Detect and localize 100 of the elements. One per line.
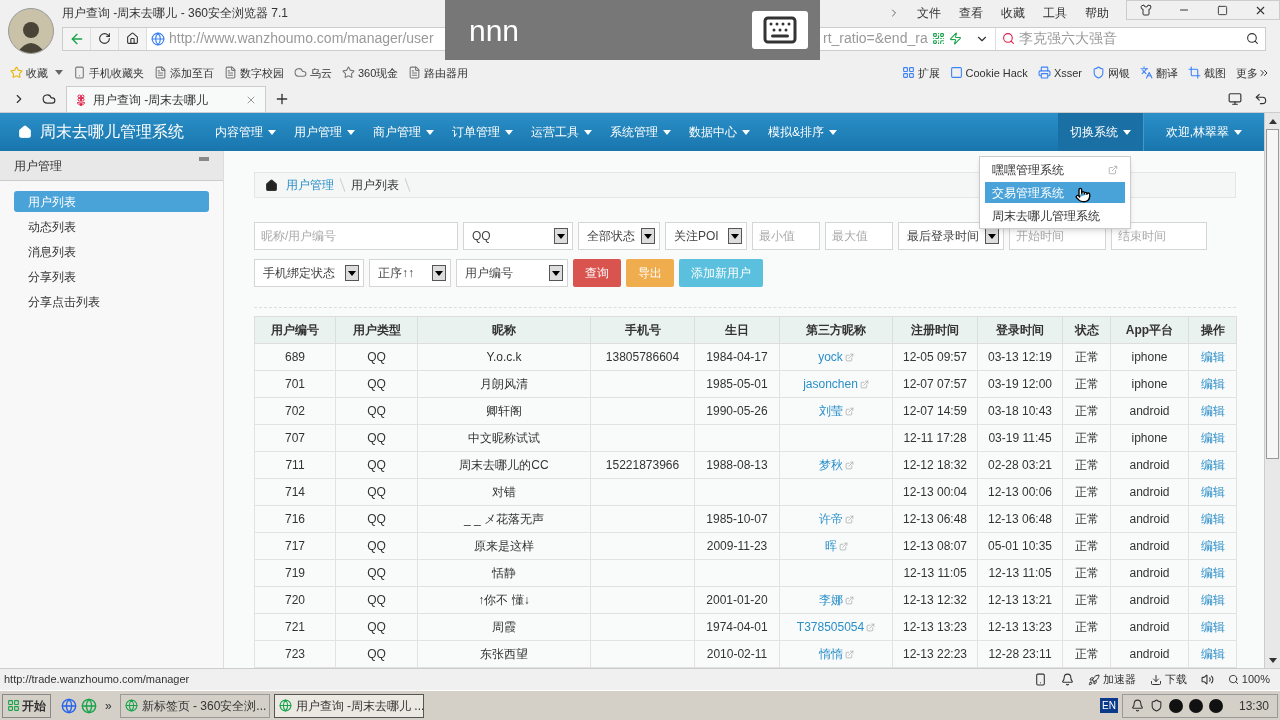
table-cell: 707 xyxy=(254,424,336,452)
table-cell: android xyxy=(1110,397,1189,425)
table-cell: 702 xyxy=(254,397,336,425)
table-cell: 1985-05-01 xyxy=(694,370,780,398)
status-url: http://trade.wanzhoumo.com/manager xyxy=(4,672,191,688)
table-cell: 12-13 00:06 xyxy=(977,478,1063,506)
table-cell: android xyxy=(1110,559,1189,587)
table-cell: 12-12 18:32 xyxy=(892,451,978,479)
table-cell: 721 xyxy=(254,613,336,641)
table-cell: QQ xyxy=(335,424,418,452)
overlay-text: nnn xyxy=(469,12,520,49)
table-cell: 716 xyxy=(254,505,336,533)
table-cell: 03-18 10:43 xyxy=(977,397,1063,425)
table-cell: 13805786604 xyxy=(590,343,695,371)
table-cell: android xyxy=(1110,532,1189,560)
table-cell: 03-19 11:45 xyxy=(977,424,1063,452)
column-header: 用户编号 xyxy=(254,316,336,344)
column-header: 用户类型 xyxy=(335,316,418,344)
table-cell: 03-13 12:19 xyxy=(977,343,1063,371)
table-cell: QQ xyxy=(335,505,418,533)
table-cell: 周末去哪儿的CC xyxy=(417,451,591,479)
table-cell: 12-05 09:57 xyxy=(892,343,978,371)
table-cell: 正常 xyxy=(1062,640,1111,668)
table-cell: 周霞 xyxy=(417,613,591,641)
table-cell: iphone xyxy=(1110,424,1189,452)
table-cell: 719 xyxy=(254,559,336,587)
column-header: 昵称 xyxy=(417,316,591,344)
window-title: 用户查询 -周末去哪儿 - 360安全浏览器 7.1 xyxy=(62,5,289,22)
table-cell: 2009-11-23 xyxy=(694,532,780,560)
table-cell: android xyxy=(1110,586,1189,614)
table-cell: 12-13 11:05 xyxy=(892,559,978,587)
table-cell: 正常 xyxy=(1062,478,1111,506)
table-cell: 03-19 12:00 xyxy=(977,370,1063,398)
table-cell: 723 xyxy=(254,640,336,668)
clock: 13:30 xyxy=(1238,697,1269,715)
table-cell: 12-13 06:48 xyxy=(892,505,978,533)
table-cell: 12-07 14:59 xyxy=(892,397,978,425)
table-cell: 东张西望 xyxy=(417,640,591,668)
table-cell: 月朗风清 xyxy=(417,370,591,398)
table-cell: 1974-04-01 xyxy=(694,613,780,641)
table-cell: 2010-02-11 xyxy=(694,640,780,668)
table-cell: 12-13 00:04 xyxy=(892,478,978,506)
table-cell: ↑你不 懂↓ xyxy=(417,586,591,614)
table-cell: 正常 xyxy=(1062,532,1111,560)
table-cell: QQ xyxy=(335,343,418,371)
table-cell: 701 xyxy=(254,370,336,398)
column-header: 手机号 xyxy=(590,316,695,344)
table-cell: 1990-05-26 xyxy=(694,397,780,425)
table-cell: android xyxy=(1110,505,1189,533)
table-cell: 12-28 23:11 xyxy=(977,640,1063,668)
table-cell: 1984-04-17 xyxy=(694,343,780,371)
table-cell: 正常 xyxy=(1062,505,1111,533)
column-header: 注册时间 xyxy=(892,316,978,344)
column-header: 状态 xyxy=(1062,316,1111,344)
table-cell: 12-13 13:23 xyxy=(977,613,1063,641)
table-cell: 717 xyxy=(254,532,336,560)
table-cell: _ _ メ花落无声 xyxy=(417,505,591,533)
table-cell: 卿轩阁 xyxy=(417,397,591,425)
table-cell: 12-13 22:23 xyxy=(892,640,978,668)
column-header: 第三方昵称 xyxy=(779,316,893,344)
table-cell: QQ xyxy=(335,532,418,560)
table-cell: QQ xyxy=(335,640,418,668)
table-cell: 2001-01-20 xyxy=(694,586,780,614)
column-header: 操作 xyxy=(1188,316,1237,344)
table-cell: android xyxy=(1110,451,1189,479)
table-cell: 12-13 13:23 xyxy=(892,613,978,641)
table-cell: 1988-08-13 xyxy=(694,451,780,479)
table-cell: 711 xyxy=(254,451,336,479)
table-cell: iphone xyxy=(1110,370,1189,398)
table-cell: 12-13 13:21 xyxy=(977,586,1063,614)
table-cell: 正常 xyxy=(1062,343,1111,371)
table-cell: 720 xyxy=(254,586,336,614)
table-cell: QQ xyxy=(335,559,418,587)
column-header: App平台 xyxy=(1110,316,1189,344)
table-cell: 12-13 12:32 xyxy=(892,586,978,614)
table-cell: 12-13 06:48 xyxy=(977,505,1063,533)
table-cell: 原来是这样 xyxy=(417,532,591,560)
table-cell: 12-13 11:05 xyxy=(977,559,1063,587)
table-cell: 正常 xyxy=(1062,397,1111,425)
column-header: 登录时间 xyxy=(977,316,1063,344)
table-cell: 中文昵称试试 xyxy=(417,424,591,452)
sidebar-title: 用户管理 xyxy=(14,157,62,175)
table-cell: 12-11 17:28 xyxy=(892,424,978,452)
table-cell: 02-28 03:21 xyxy=(977,451,1063,479)
table-cell: 12-07 07:57 xyxy=(892,370,978,398)
table-cell: 714 xyxy=(254,478,336,506)
table-cell: 1985-10-07 xyxy=(694,505,780,533)
table-cell: android xyxy=(1110,640,1189,668)
table-cell: 12-13 08:07 xyxy=(892,532,978,560)
table-cell: iphone xyxy=(1110,343,1189,371)
table-cell: 对错 xyxy=(417,478,591,506)
table-cell: 05-01 10:35 xyxy=(977,532,1063,560)
table-cell: android xyxy=(1110,478,1189,506)
table-cell: QQ xyxy=(335,451,418,479)
table-cell: QQ xyxy=(335,370,418,398)
table-cell: 恬静 xyxy=(417,559,591,587)
table-cell: android xyxy=(1110,613,1189,641)
table-cell: 689 xyxy=(254,343,336,371)
table-cell: 正常 xyxy=(1062,559,1111,587)
table-cell: 15221873966 xyxy=(590,451,695,479)
